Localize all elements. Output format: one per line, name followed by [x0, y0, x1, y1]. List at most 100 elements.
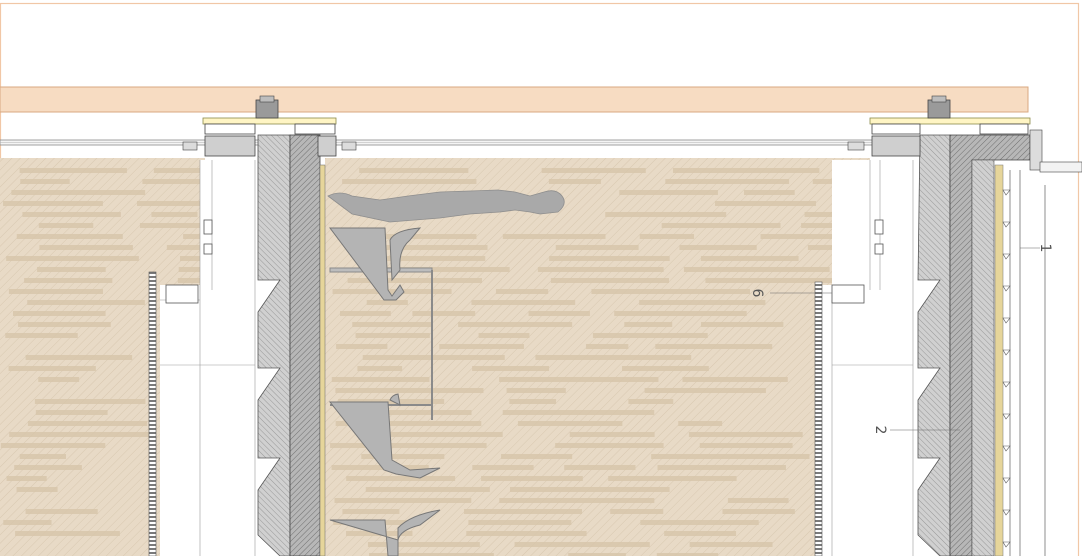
section-stripe: [651, 454, 810, 459]
section-stripe: [541, 168, 646, 173]
section-stripe: [8, 289, 103, 294]
section-stripe: [683, 267, 830, 272]
section-stripe: [569, 432, 655, 437]
section-stripe: [359, 168, 469, 173]
section-stripe: [342, 179, 477, 184]
section-stripe: [478, 333, 530, 338]
facade-layer-right: [971, 159, 995, 556]
section-stripe: [727, 498, 789, 503]
section-stripe: [39, 245, 133, 250]
section-stripe: [689, 542, 773, 547]
section-stripe: [11, 190, 146, 195]
section-stripe: [701, 322, 784, 327]
section-stripe: [22, 212, 121, 217]
section-stripe: [705, 278, 834, 283]
section-stripe: [591, 289, 751, 294]
ribbed-blind-left: [148, 271, 157, 556]
cladding-bracket: [1002, 413, 1011, 420]
section-stripe: [495, 289, 549, 294]
section-stripe: [517, 421, 623, 426]
section-stripe: [472, 366, 550, 371]
section-stripe: [3, 201, 103, 206]
cladding-bracket: [1002, 477, 1011, 484]
cladding-ticks-right: [1009, 170, 1046, 556]
section-stripe: [24, 278, 113, 283]
section-stripe: [179, 256, 200, 261]
section-stripe: [679, 245, 757, 250]
section-stripe: [499, 377, 659, 382]
section-stripe: [177, 278, 200, 283]
roof-timber-band: [0, 86, 1029, 113]
section-stripe: [357, 366, 403, 371]
section-stripe: [20, 179, 70, 184]
section-stripe: [178, 267, 200, 272]
section-stripe: [366, 300, 408, 305]
section-stripe: [639, 300, 766, 305]
section-stripe: [6, 256, 139, 261]
section-stripe: [367, 542, 480, 547]
glazing-bay-right: [832, 160, 920, 556]
section-stripe: [25, 509, 98, 514]
cladding-bracket: [1002, 349, 1011, 356]
section-stripe: [699, 443, 793, 448]
section-stripe: [9, 432, 149, 437]
section-stripe: [37, 267, 106, 272]
section-stripe: [0, 443, 106, 448]
section-stripe: [535, 355, 692, 360]
section-stripe: [502, 410, 655, 415]
section-stripe: [35, 410, 108, 415]
sill-left: [165, 284, 199, 304]
section-stripe: [501, 454, 573, 459]
section-stripe: [18, 322, 111, 327]
cladding-bracket: [1002, 221, 1011, 228]
marker-1-label: 1: [1037, 244, 1053, 253]
section-stripe: [346, 476, 456, 481]
section-stripe: [509, 399, 557, 404]
section-stripe: [136, 201, 200, 206]
section-stripe: [468, 520, 572, 525]
section-stripe: [355, 333, 430, 338]
section-stripe: [8, 366, 96, 371]
section-stripe: [528, 311, 590, 316]
section-stripe: [644, 388, 766, 393]
section-stripe: [499, 498, 655, 503]
section-stripe: [336, 344, 388, 349]
section-stripe: [340, 311, 391, 316]
section-stripe: [14, 465, 82, 470]
section-stripe: [555, 443, 664, 448]
section-stripe: [550, 278, 670, 283]
section-stripe: [614, 311, 747, 316]
sill-right: [831, 284, 865, 304]
section-stripe: [332, 289, 452, 294]
section-stripe: [139, 223, 200, 228]
section-stripe: [502, 234, 606, 239]
cladding-bracket: [1002, 189, 1011, 196]
section-stripe: [15, 531, 120, 536]
section-stripe: [27, 300, 145, 305]
lining-left: [319, 164, 326, 556]
section-stripe: [166, 245, 200, 250]
section-stripe: [664, 531, 737, 536]
concrete-wall-right: [917, 134, 951, 556]
marker-2-label: 2: [872, 426, 888, 435]
section-stripe: [19, 454, 67, 459]
section-stripe: [621, 366, 709, 371]
section-stripe: [19, 168, 127, 173]
section-stripe: [640, 520, 759, 525]
section-stripe: [365, 487, 490, 492]
marker-6-label: 6: [749, 289, 765, 298]
section-stripe: [605, 212, 727, 217]
section-stripe: [439, 344, 524, 349]
section-stripe: [25, 355, 133, 360]
section-stripe: [682, 377, 788, 382]
section-stripe: [27, 421, 148, 426]
section-stripe: [352, 322, 432, 327]
section-stripe: [678, 421, 723, 426]
section-stripe: [722, 509, 795, 514]
section-stripe: [153, 168, 200, 173]
section-stripe: [34, 399, 146, 404]
section-stripe: [628, 399, 674, 404]
concrete-core-left: [289, 134, 321, 556]
cladding-brackets-right: [1002, 189, 1011, 548]
section-stripe: [412, 311, 476, 316]
